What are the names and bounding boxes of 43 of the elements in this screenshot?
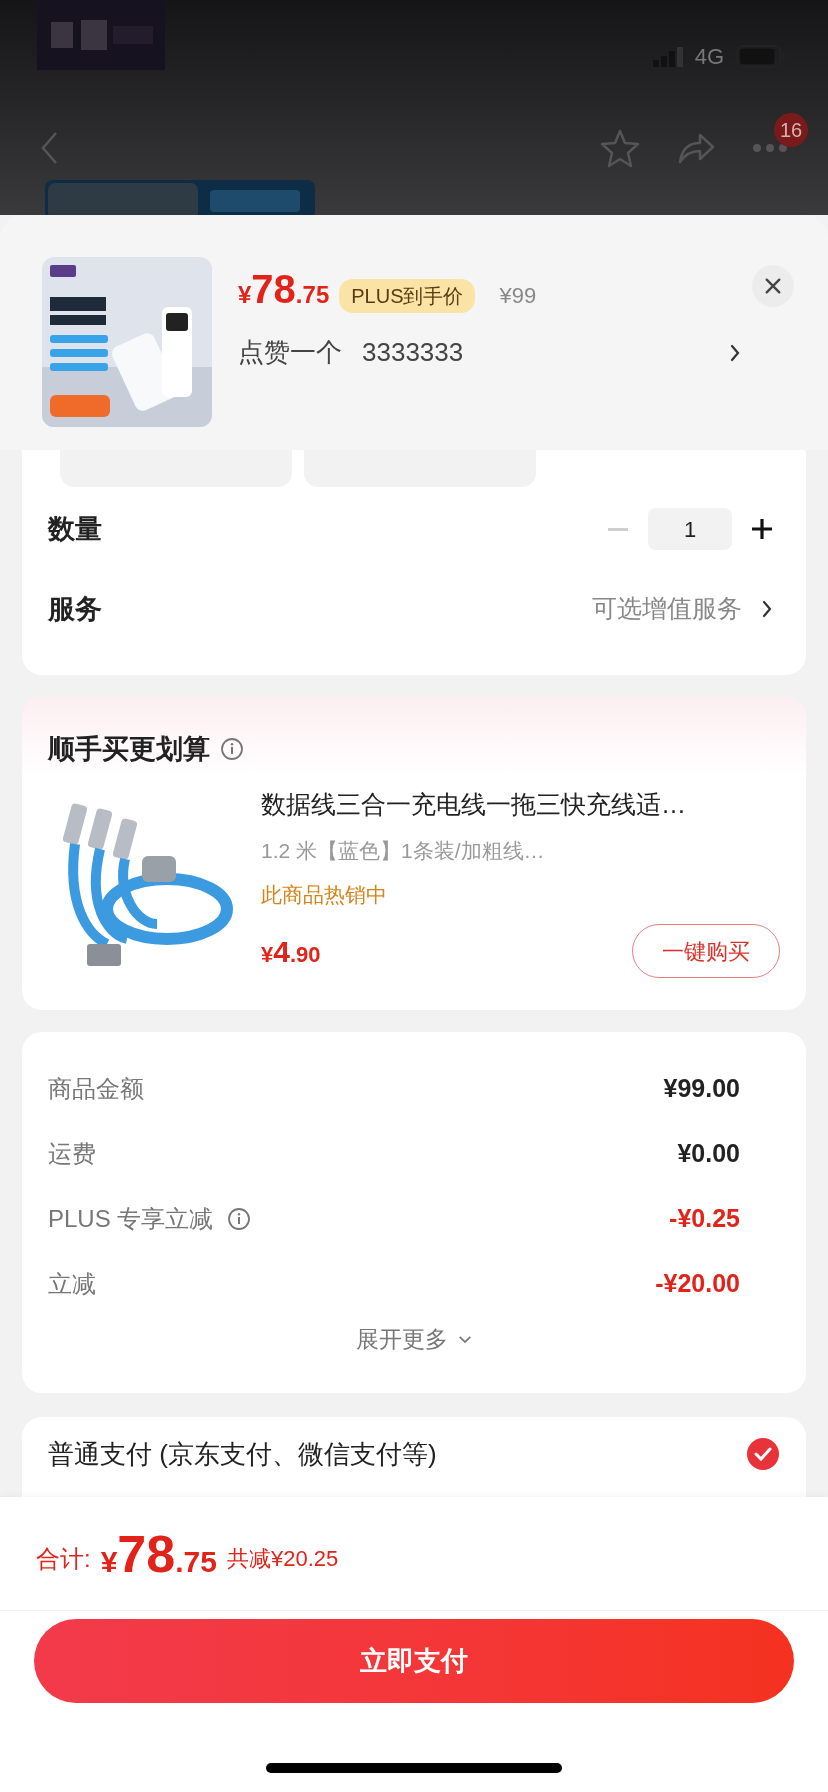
check-icon[interactable]	[746, 1437, 780, 1471]
summary-value: -¥0.25	[669, 1202, 740, 1234]
more-icon[interactable]	[752, 143, 788, 153]
chevron-down-icon	[458, 1334, 472, 1344]
original-price: ¥99	[499, 282, 537, 310]
expand-more-button[interactable]: 展开更多	[356, 1322, 472, 1357]
chevron-right-icon	[730, 343, 740, 362]
addon-product-name[interactable]: 数据线三合一充电线一拖三快充线适…	[261, 785, 780, 823]
total-discount: 共减¥20.25	[226, 1545, 339, 1573]
addon-price: ¥4.90	[261, 934, 321, 970]
hot-sale-label: 此商品热销中	[261, 881, 388, 908]
addon-variant: 1.2 米【蓝色】1条装/加粗线…	[261, 838, 546, 864]
info-icon[interactable]	[220, 737, 244, 762]
chevron-right-icon	[762, 600, 772, 618]
service-label: 服务	[48, 592, 102, 626]
network-label: 4G	[694, 43, 724, 71]
service-option-link[interactable]: 可选增值服务	[592, 590, 742, 628]
quick-buy-button[interactable]: 一键购买	[632, 924, 780, 978]
signal-icon	[652, 46, 683, 67]
pay-now-button[interactable]: 立即支付	[34, 1619, 794, 1703]
addon-title: 顺手买更划算	[48, 733, 210, 766]
quantity-field[interactable]: 1	[648, 508, 732, 550]
plus-icon[interactable]	[750, 517, 774, 541]
star-icon[interactable]	[600, 128, 640, 168]
summary-value: -¥20.00	[655, 1267, 740, 1299]
total-price: ¥78.75	[100, 1523, 217, 1585]
spec-value: 3333333	[362, 336, 464, 369]
info-icon[interactable]	[227, 1206, 252, 1231]
summary-value: ¥0.00	[677, 1137, 740, 1169]
sheet-price: ¥78.75	[238, 266, 330, 313]
summary-label: 运费	[48, 1138, 96, 1169]
notification-badge: 16	[774, 113, 809, 147]
plus-price-tag: PLUS到手价	[339, 279, 476, 313]
summary-label: PLUS 专享立减	[48, 1203, 214, 1234]
total-label: 合计:	[36, 1543, 91, 1574]
summary-value: ¥99.00	[663, 1072, 740, 1104]
close-icon	[764, 277, 782, 295]
close-button[interactable]	[752, 265, 794, 307]
spec-name: 点赞一个	[238, 336, 342, 369]
summary-label: 立减	[48, 1268, 96, 1299]
back-icon[interactable]	[40, 131, 60, 165]
summary-label: 商品金额	[48, 1073, 144, 1104]
quantity-label: 数量	[48, 512, 102, 546]
